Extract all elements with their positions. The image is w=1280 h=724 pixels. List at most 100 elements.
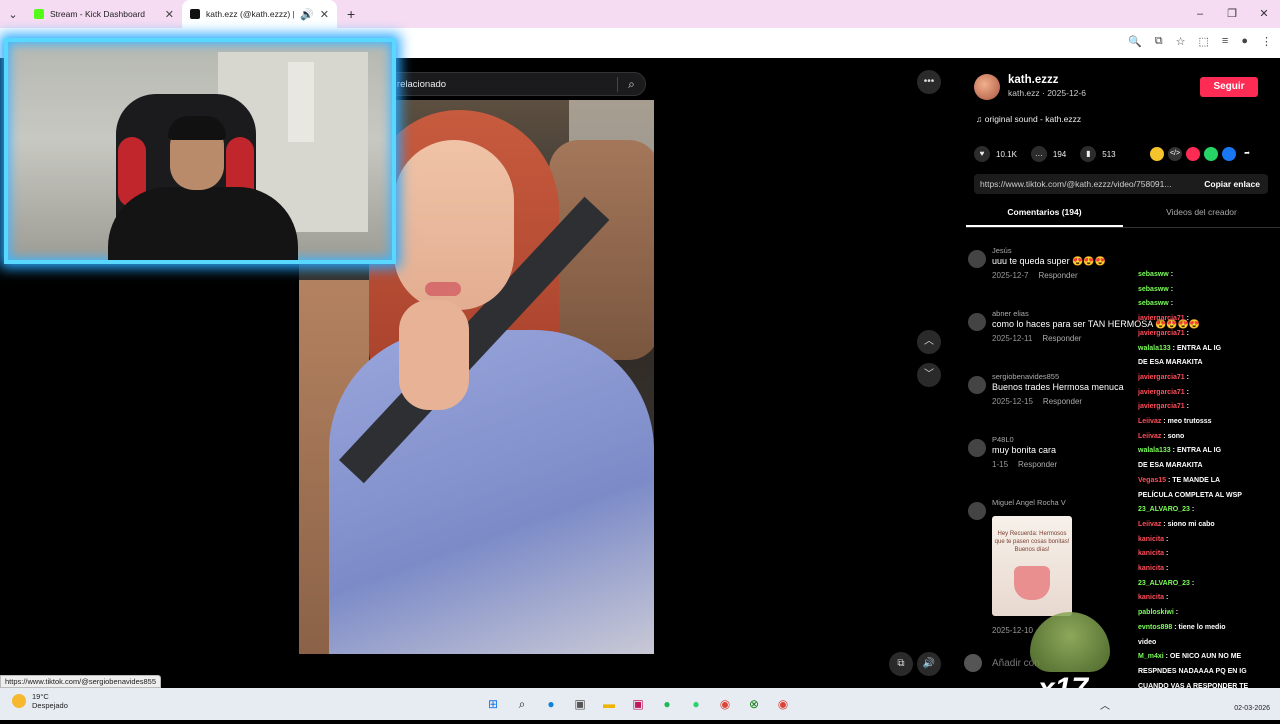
- close-window-button[interactable]: ✕: [1248, 0, 1280, 28]
- stats-row: ♥ 10.1K … 194 ▮ 513: [974, 146, 1116, 162]
- copy-link-button[interactable]: Copiar enlace: [1196, 179, 1268, 189]
- comment-avatar[interactable]: [968, 502, 986, 520]
- chat-separator: :: [1184, 329, 1189, 337]
- comment-user[interactable]: abner elias: [992, 309, 1029, 318]
- chat-username[interactable]: evntos898: [1138, 624, 1172, 631]
- chat-username[interactable]: sebasww: [1138, 300, 1169, 307]
- install-icon[interactable]: ⧉: [1155, 35, 1163, 48]
- next-video-button[interactable]: ﹀: [917, 363, 941, 387]
- chat-username[interactable]: kanicita: [1138, 565, 1164, 572]
- chat-username[interactable]: 23_ALVARO_23: [1138, 580, 1190, 587]
- previous-video-button[interactable]: ︿: [917, 330, 941, 354]
- reply-button[interactable]: Responder: [1042, 334, 1081, 343]
- chat-username[interactable]: walala133: [1138, 447, 1171, 454]
- chat-message: Leiivaz : sono: [1138, 430, 1280, 445]
- maximize-button[interactable]: ❐: [1216, 0, 1248, 28]
- chrome-icon[interactable]: ◉: [714, 694, 736, 714]
- search-icon[interactable]: ⌕: [617, 76, 645, 92]
- profile-avatar[interactable]: ●: [1241, 35, 1248, 48]
- chrome-profile-icon[interactable]: ◉: [772, 694, 794, 714]
- comment-user[interactable]: Jesús: [992, 246, 1012, 255]
- spotify-icon[interactable]: ●: [656, 694, 678, 714]
- minimize-button[interactable]: –: [1184, 0, 1216, 28]
- volume-icon[interactable]: 🔊: [917, 652, 941, 676]
- chat-message: video: [1138, 636, 1280, 651]
- chat-username[interactable]: Leiivaz: [1138, 521, 1161, 528]
- chat-username[interactable]: Leiivaz: [1138, 418, 1161, 425]
- comments-count: 194: [1052, 149, 1067, 159]
- chat-username[interactable]: sebasww: [1138, 286, 1169, 293]
- zoom-icon[interactable]: 🔍: [1128, 35, 1142, 48]
- chat-username[interactable]: javiergarcia71: [1138, 374, 1185, 381]
- chat-username[interactable]: sebasww: [1138, 271, 1169, 278]
- more-options-icon[interactable]: •••: [917, 70, 941, 94]
- reply-button[interactable]: Responder: [1043, 397, 1082, 406]
- follow-button[interactable]: Seguir: [1200, 77, 1258, 97]
- embed-icon[interactable]: </>: [1168, 147, 1182, 161]
- tab-creator-videos[interactable]: Videos del creador: [1123, 202, 1280, 227]
- whatsapp-icon[interactable]: [1204, 147, 1218, 161]
- chat-username[interactable]: walala133: [1138, 345, 1171, 352]
- author-avatar[interactable]: [974, 74, 1000, 100]
- xbox-icon[interactable]: ⊗: [743, 694, 765, 714]
- share-arrow-icon[interactable]: ➦: [1240, 147, 1254, 161]
- comment-avatar[interactable]: [968, 250, 986, 268]
- menu-icon[interactable]: ⋮: [1261, 35, 1272, 48]
- bookmark-icon[interactable]: ▮: [1080, 146, 1097, 162]
- chat-username[interactable]: Leiivaz: [1138, 433, 1161, 440]
- close-tab-icon[interactable]: ✕: [165, 8, 174, 21]
- file-explorer-icon[interactable]: ▬: [598, 694, 620, 714]
- tray-chevron-icon[interactable]: ︿: [1100, 697, 1110, 712]
- whatsapp-icon[interactable]: ●: [685, 694, 707, 714]
- chat-username[interactable]: Vegas15: [1138, 477, 1166, 484]
- facebook-icon[interactable]: [1222, 147, 1236, 161]
- weather-widget[interactable]: 19°C Despejado: [12, 692, 68, 710]
- tab-tiktok[interactable]: kath.ezz (@kath.ezzz) | TikT 🔊 ✕: [182, 0, 337, 28]
- author-name[interactable]: kath.ezzz: [1008, 74, 1086, 86]
- system-tray-clock[interactable]: 02-03-2026: [1234, 692, 1270, 714]
- close-tab-icon[interactable]: ✕: [320, 8, 329, 21]
- chat-username[interactable]: javiergarcia71: [1138, 403, 1185, 410]
- comment-avatar[interactable]: [968, 439, 986, 457]
- chat-username[interactable]: javiergarcia71: [1138, 330, 1185, 337]
- comment-icon[interactable]: …: [1030, 146, 1047, 162]
- comment-avatar[interactable]: [968, 376, 986, 394]
- comment-user[interactable]: P48L0: [992, 435, 1014, 444]
- search-input[interactable]: o relacionado: [381, 79, 617, 90]
- chat-username[interactable]: pabloskiwi: [1138, 609, 1174, 616]
- tab-comments[interactable]: Comentarios (194): [966, 202, 1123, 227]
- extensions-icon[interactable]: ⬚: [1199, 35, 1209, 48]
- new-tab-button[interactable]: +: [337, 6, 365, 22]
- sound-link[interactable]: ♫ original sound - kath.ezzz: [976, 114, 1081, 124]
- saves-count: 513: [1102, 149, 1116, 159]
- comment-avatar[interactable]: [968, 313, 986, 331]
- edge-icon[interactable]: ●: [540, 694, 562, 714]
- heart-icon[interactable]: ♥: [974, 146, 990, 162]
- media-control-icon[interactable]: ≡: [1222, 35, 1228, 48]
- sticker-cup: [1014, 566, 1050, 600]
- store-icon[interactable]: ▣: [569, 694, 591, 714]
- obs-icon[interactable]: ▣: [627, 694, 649, 714]
- tab-kick-dashboard[interactable]: Stream - Kick Dashboard ✕: [26, 0, 182, 28]
- chat-username[interactable]: 23_ALVARO_23: [1138, 506, 1190, 513]
- chat-username[interactable]: javiergarcia71: [1138, 389, 1185, 396]
- windows-start-icon[interactable]: ⊞: [482, 694, 504, 714]
- search-icon[interactable]: ⌕: [511, 694, 533, 714]
- pip-icon[interactable]: ⧉: [889, 652, 913, 676]
- chat-username[interactable]: kanicita: [1138, 550, 1164, 557]
- author-info: kath.ezzz kath.ezz · 2025-12-6: [974, 74, 1086, 100]
- bookmark-star-icon[interactable]: ☆: [1176, 35, 1186, 48]
- coin-icon[interactable]: [1150, 147, 1164, 161]
- search-bar[interactable]: o relacionado ⌕: [380, 72, 646, 96]
- audio-icon[interactable]: 🔊: [300, 8, 314, 21]
- chat-username[interactable]: javiergarcia71: [1138, 315, 1185, 322]
- comment-user[interactable]: Miguel Angel Rocha V: [992, 498, 1066, 507]
- chat-username[interactable]: M_m4xi: [1138, 653, 1164, 660]
- comment-user[interactable]: sergiobenavides855: [992, 372, 1059, 381]
- tab-search-icon[interactable]: ⌄: [0, 0, 26, 28]
- send-icon[interactable]: [1186, 147, 1200, 161]
- reply-button[interactable]: Responder: [1018, 460, 1057, 469]
- chat-username[interactable]: kanicita: [1138, 536, 1164, 543]
- reply-button[interactable]: Responder: [1038, 271, 1077, 280]
- chat-username[interactable]: kanicita: [1138, 594, 1164, 601]
